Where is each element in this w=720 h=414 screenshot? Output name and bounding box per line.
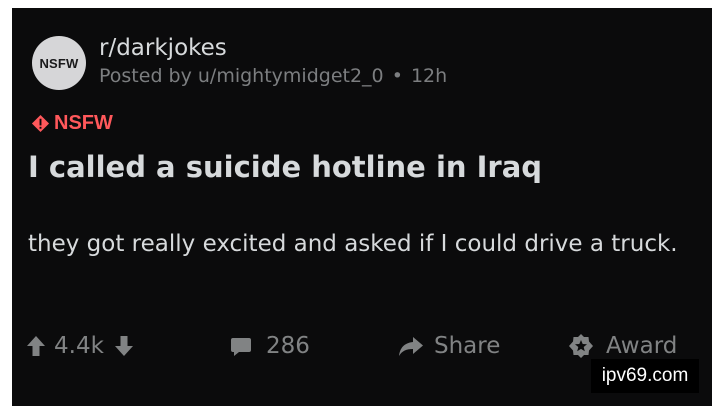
award-label: Award <box>606 333 678 359</box>
share-label: Share <box>434 333 501 359</box>
comment-bubble-icon <box>231 338 251 356</box>
vote-controls: 4.4k <box>26 326 134 366</box>
vote-count: 4.4k <box>54 333 104 359</box>
subreddit-link[interactable]: r/darkjokes <box>99 35 227 61</box>
post-age: 12h <box>410 65 448 87</box>
share-button[interactable]: Share <box>398 326 500 366</box>
comments-button[interactable]: 286 <box>230 326 310 366</box>
nsfw-flair: NSFW <box>31 112 113 135</box>
award-badge-icon <box>569 334 593 358</box>
comment-count: 286 <box>266 333 310 359</box>
post-card[interactable]: NSFW r/darkjokes Posted by u/mightymidge… <box>12 8 712 406</box>
arrow-down-icon[interactable] <box>114 335 134 357</box>
nsfw-flair-label: NSFW <box>54 112 113 134</box>
meta-separator: • <box>391 65 403 87</box>
post-meta: Posted by u/mightymidget2_0 • 12h <box>99 65 447 87</box>
posted-by[interactable]: Posted by u/mightymidget2_0 <box>99 65 384 87</box>
warning-diamond-icon <box>31 114 50 133</box>
avatar-label: NSFW <box>39 55 79 71</box>
post-title[interactable]: I called a suicide hotline in Iraq <box>28 150 542 184</box>
watermark: ipv69.com <box>591 359 699 393</box>
arrow-up-icon[interactable] <box>26 335 46 357</box>
share-arrow-icon <box>399 337 423 356</box>
subreddit-avatar[interactable]: NSFW <box>32 36 86 90</box>
post-body: they got really excited and asked if I c… <box>28 231 678 257</box>
